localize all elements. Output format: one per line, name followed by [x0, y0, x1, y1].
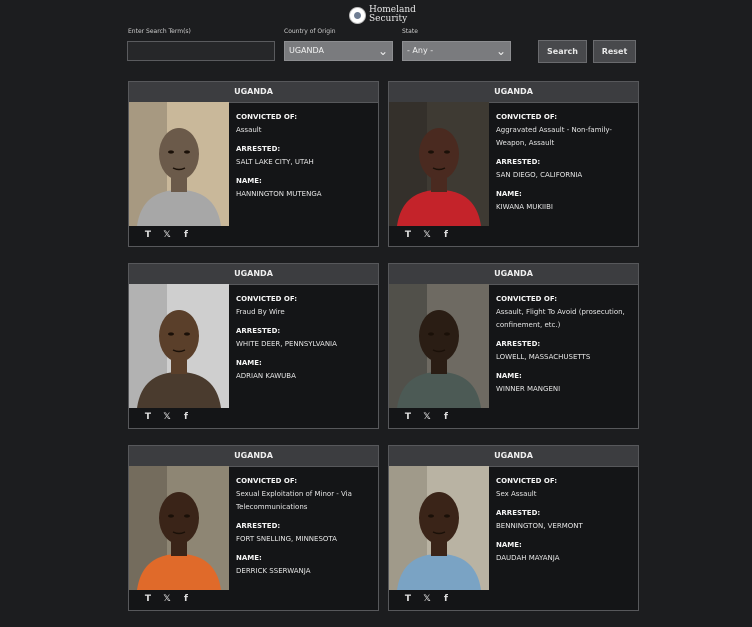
truth-social-icon[interactable]: T: [403, 411, 413, 423]
arrested-value: WHITE DEER, PENNSYLVANIA: [236, 340, 337, 348]
person-card[interactable]: UGANDA CONVICTED OF: Sex Assault ARRESTED: B…: [388, 445, 639, 611]
share-bar: T𝕏f: [143, 229, 191, 241]
convicted-value: Assault: [236, 126, 262, 134]
mugshot-photo[interactable]: [389, 102, 489, 226]
convicted-label: CONVICTED OF:: [236, 477, 298, 485]
search-label: Enter Search Term(s): [128, 28, 191, 35]
card-country: UGANDA: [389, 446, 638, 467]
logo-text-line2: Security: [369, 14, 408, 24]
x-icon[interactable]: 𝕏: [162, 229, 172, 241]
share-bar: T𝕏f: [143, 411, 191, 423]
country-select[interactable]: UGANDA ⌄: [284, 41, 393, 61]
convicted-value: Assault, Flight To Avoid (prosecution, c…: [496, 308, 625, 329]
chevron-down-icon: ⌄: [495, 44, 506, 58]
card-country: UGANDA: [389, 82, 638, 103]
person-card[interactable]: UGANDA CONVICTED OF: Sexual Exploitation o…: [128, 445, 379, 611]
mugshot-photo[interactable]: [389, 466, 489, 590]
share-bar: T𝕏f: [403, 411, 451, 423]
convicted-label: CONVICTED OF:: [496, 295, 558, 303]
arrested-value: BENNINGTON, VERMONT: [496, 522, 583, 530]
chevron-down-icon: ⌄: [377, 44, 388, 58]
arrested-label: ARRESTED:: [496, 158, 541, 166]
name-value: ADRIAN KAWUBA: [236, 372, 296, 380]
facebook-icon[interactable]: f: [181, 229, 191, 241]
mugshot-photo[interactable]: [129, 284, 229, 408]
arrested-value: LOWELL, MASSACHUSETTS: [496, 353, 591, 361]
state-select[interactable]: - Any - ⌄: [402, 41, 511, 61]
x-icon[interactable]: 𝕏: [422, 593, 432, 605]
name-label: NAME:: [496, 190, 522, 198]
arrested-value: SALT LAKE CITY, UTAH: [236, 158, 314, 166]
x-icon[interactable]: 𝕏: [162, 411, 172, 423]
name-value: HANNINGTON MUTENGA: [236, 190, 322, 198]
truth-social-icon[interactable]: T: [403, 593, 413, 605]
mugshot-photo[interactable]: [129, 466, 229, 590]
card-country: UGANDA: [129, 264, 378, 285]
convicted-value: Sexual Exploitation of Minor - Via Telec…: [236, 490, 352, 511]
arrested-label: ARRESTED:: [236, 327, 281, 335]
mugshot-photo[interactable]: [389, 284, 489, 408]
card-details: CONVICTED OF: Assault, Flight To Avoid (p…: [496, 293, 636, 396]
convicted-label: CONVICTED OF:: [236, 113, 298, 121]
arrested-label: ARRESTED:: [496, 509, 541, 517]
convicted-label: CONVICTED OF:: [496, 113, 558, 121]
search-input[interactable]: [127, 41, 275, 61]
mugshot-photo[interactable]: [129, 102, 229, 226]
card-details: CONVICTED OF: Assault ARRESTED: SALT LAKE C…: [236, 111, 376, 201]
x-icon[interactable]: 𝕏: [162, 593, 172, 605]
card-details: CONVICTED OF: Sexual Exploitation of Mino…: [236, 475, 376, 578]
name-label: NAME:: [236, 177, 262, 185]
person-card[interactable]: UGANDA CONVICTED OF: Fraud By Wire ARRESTED…: [128, 263, 379, 429]
x-icon[interactable]: 𝕏: [422, 229, 432, 241]
card-country: UGANDA: [129, 446, 378, 467]
dhs-seal-icon: [349, 6, 366, 24]
state-label: State: [402, 28, 418, 35]
arrested-label: ARRESTED:: [236, 145, 281, 153]
facebook-icon[interactable]: f: [181, 593, 191, 605]
truth-social-icon[interactable]: T: [143, 411, 153, 423]
arrested-value: SAN DIEGO, CALIFORNIA: [496, 171, 583, 179]
country-label: Country of Origin: [284, 28, 336, 35]
name-label: NAME:: [236, 554, 262, 562]
name-label: NAME:: [236, 359, 262, 367]
card-details: CONVICTED OF: Sex Assault ARRESTED: BENNING…: [496, 475, 636, 565]
facebook-icon[interactable]: f: [441, 229, 451, 241]
reset-button[interactable]: Reset: [593, 40, 636, 63]
truth-social-icon[interactable]: T: [143, 229, 153, 241]
facebook-icon[interactable]: f: [441, 411, 451, 423]
person-card[interactable]: UGANDA CONVICTED OF: Assault, Flight To Av…: [388, 263, 639, 429]
truth-social-icon[interactable]: T: [143, 593, 153, 605]
card-country: UGANDA: [129, 82, 378, 103]
arrested-label: ARRESTED:: [496, 340, 541, 348]
truth-social-icon[interactable]: T: [403, 229, 413, 241]
share-bar: T𝕏f: [403, 229, 451, 241]
dhs-logo[interactable]: Homeland Security: [349, 6, 416, 24]
name-value: DAUDAH MAYANJA: [496, 554, 560, 562]
name-value: WINNER MANGENI: [496, 385, 561, 393]
name-label: NAME:: [496, 541, 522, 549]
convicted-label: CONVICTED OF:: [496, 477, 558, 485]
person-card[interactable]: UGANDA CONVICTED OF: Aggravated Assault - …: [388, 81, 639, 247]
name-value: DERRICK SSERWANJA: [236, 567, 311, 575]
facebook-icon[interactable]: f: [441, 593, 451, 605]
arrested-label: ARRESTED:: [236, 522, 281, 530]
convicted-value: Fraud By Wire: [236, 308, 285, 316]
state-select-value: - Any -: [407, 46, 434, 55]
country-select-value: UGANDA: [289, 46, 325, 55]
card-details: CONVICTED OF: Fraud By Wire ARRESTED: WHITE…: [236, 293, 376, 383]
facebook-icon[interactable]: f: [181, 411, 191, 423]
name-value: KIWANA MUKIIBI: [496, 203, 553, 211]
convicted-value: Sex Assault: [496, 490, 537, 498]
card-country: UGANDA: [389, 264, 638, 285]
x-icon[interactable]: 𝕏: [422, 411, 432, 423]
share-bar: T𝕏f: [143, 593, 191, 605]
arrested-value: FORT SNELLING, MINNESOTA: [236, 535, 337, 543]
share-bar: T𝕏f: [403, 593, 451, 605]
name-label: NAME:: [496, 372, 522, 380]
search-button[interactable]: Search: [538, 40, 587, 63]
card-details: CONVICTED OF: Aggravated Assault - Non-fa…: [496, 111, 636, 214]
person-card[interactable]: UGANDA CONVICTED OF: Assault ARRESTED: SALT …: [128, 81, 379, 247]
convicted-value: Aggravated Assault - Non-family-Weapon, …: [496, 126, 612, 147]
convicted-label: CONVICTED OF:: [236, 295, 298, 303]
